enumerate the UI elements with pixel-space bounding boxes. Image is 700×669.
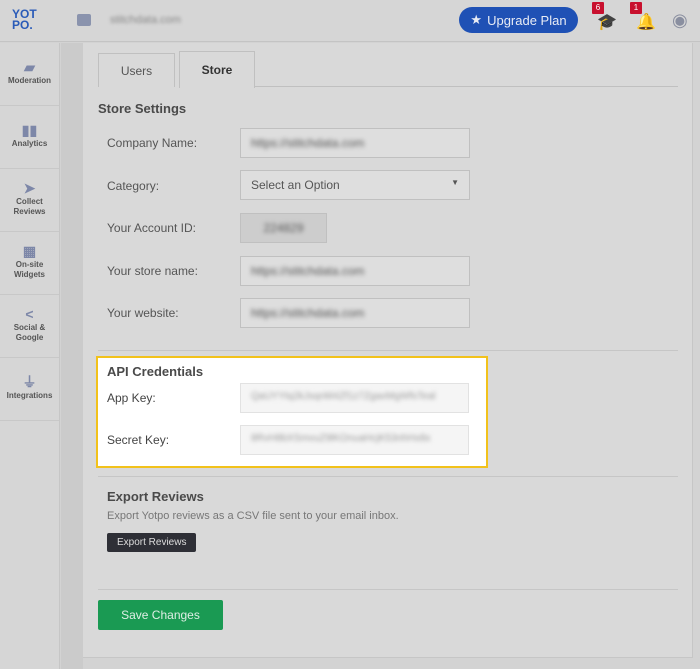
store-name[interactable]: stitchdata.com bbox=[110, 14, 181, 26]
secret-key-input[interactable]: 8RvH8bXSmvuZ9lKOnuaHcjK53nhHx8x bbox=[240, 425, 469, 455]
sidebar-label: Integrations bbox=[6, 391, 53, 400]
divider bbox=[98, 476, 678, 477]
notifications-badge: 1 bbox=[630, 2, 642, 14]
plug-icon: ⏚ bbox=[22, 374, 37, 390]
divider bbox=[98, 350, 678, 351]
website-value: https://stitchdata.com bbox=[251, 306, 365, 320]
caret-down-icon: ▼ bbox=[451, 178, 459, 187]
sidebar-label: On-site Widgets bbox=[13, 260, 46, 279]
divider bbox=[98, 589, 678, 590]
category-label: Category: bbox=[107, 179, 160, 193]
star-icon: ★ bbox=[470, 12, 483, 27]
bar-chart-icon: ▮▮ bbox=[21, 122, 38, 138]
sidebar-item-collect-reviews[interactable]: ➤ Collect Reviews bbox=[0, 169, 59, 232]
sidebar-label: Social & Google bbox=[13, 323, 46, 342]
category-select[interactable]: Select an Option ▼ bbox=[240, 170, 470, 200]
sidebar-item-analytics[interactable]: ▮▮ Analytics bbox=[0, 106, 59, 169]
account-id-field: 224829 bbox=[240, 213, 327, 243]
tab-users[interactable]: Users bbox=[98, 53, 175, 87]
tab-store[interactable]: Store bbox=[179, 51, 255, 88]
api-credentials-section: API Credentials App Key: QaUYYtq2kJsqnM4… bbox=[96, 356, 488, 468]
account-id-label: Your Account ID: bbox=[107, 221, 196, 235]
bell-icon[interactable]: 🔔 bbox=[636, 12, 656, 32]
folder-icon: ▰ bbox=[24, 59, 35, 75]
company-name-label: Company Name: bbox=[107, 136, 198, 150]
sidebar-label: Collect Reviews bbox=[13, 197, 46, 216]
settings-panel: Users Store Store Settings Company Name:… bbox=[83, 43, 693, 658]
store-settings-title: Store Settings bbox=[98, 101, 187, 116]
account-icon[interactable]: ◉ bbox=[672, 10, 688, 31]
top-bar: YOT PO. stitchdata.com ★ Upgrade Plan 🎓 6 … bbox=[0, 0, 700, 42]
export-reviews-title: Export Reviews bbox=[107, 489, 204, 504]
export-description: Export Yotpo reviews as a CSV file sent … bbox=[107, 510, 399, 522]
store-name-label: Your store name: bbox=[107, 264, 198, 278]
gutter bbox=[61, 43, 83, 669]
share-icon: < bbox=[25, 306, 34, 322]
app-key-label: App Key: bbox=[107, 391, 156, 405]
website-label: Your website: bbox=[107, 306, 179, 320]
sidebar-item-social-google[interactable]: < Social & Google bbox=[0, 295, 59, 358]
store-icon bbox=[77, 14, 91, 26]
app-key-input[interactable]: QaUYYtq2kJsqnM4Zf1z7ZgaxMgWfsTeal bbox=[240, 383, 469, 413]
account-id-value: 224829 bbox=[263, 221, 304, 235]
tab-divider bbox=[255, 86, 678, 87]
save-changes-button[interactable]: Save Changes bbox=[98, 600, 223, 630]
secret-key-value: 8RvH8bXSmvuZ9lKOnuaHcjK53nhHx8x bbox=[251, 433, 431, 444]
sidebar: ▰ Moderation ▮▮ Analytics ➤ Collect Reviews… bbox=[0, 43, 60, 669]
send-icon: ➤ bbox=[23, 180, 36, 196]
sidebar-item-integrations[interactable]: ⏚ Integrations bbox=[0, 358, 59, 421]
company-name-value: https://stitchdata.com bbox=[251, 136, 365, 150]
graduation-cap-icon[interactable]: 🎓 bbox=[597, 12, 617, 32]
company-name-input[interactable]: https://stitchdata.com bbox=[240, 128, 470, 158]
sidebar-item-moderation[interactable]: ▰ Moderation bbox=[0, 43, 59, 106]
category-placeholder: Select an Option bbox=[251, 178, 340, 192]
upgrade-label: Upgrade Plan bbox=[487, 12, 567, 28]
sidebar-label: Moderation bbox=[7, 76, 52, 85]
widgets-icon: ▦ bbox=[22, 243, 37, 259]
app-key-value: QaUYYtq2kJsqnM4Zf1z7ZgaxMgWfsTeal bbox=[251, 391, 436, 402]
export-reviews-button[interactable]: Export Reviews bbox=[107, 533, 197, 552]
api-credentials-title: API Credentials bbox=[107, 364, 204, 379]
store-name-value: https://stitchdata.com bbox=[251, 264, 365, 278]
sidebar-item-onsite-widgets[interactable]: ▦ On-site Widgets bbox=[0, 232, 59, 295]
upgrade-plan-button[interactable]: ★ Upgrade Plan bbox=[459, 7, 578, 33]
store-name-input[interactable]: https://stitchdata.com bbox=[240, 256, 470, 286]
secret-key-label: Secret Key: bbox=[107, 433, 170, 447]
learning-badge: 6 bbox=[592, 2, 604, 14]
website-input[interactable]: https://stitchdata.com bbox=[240, 298, 470, 328]
sidebar-label: Analytics bbox=[11, 139, 48, 148]
yotpo-logo[interactable]: YOT PO. bbox=[12, 8, 37, 31]
